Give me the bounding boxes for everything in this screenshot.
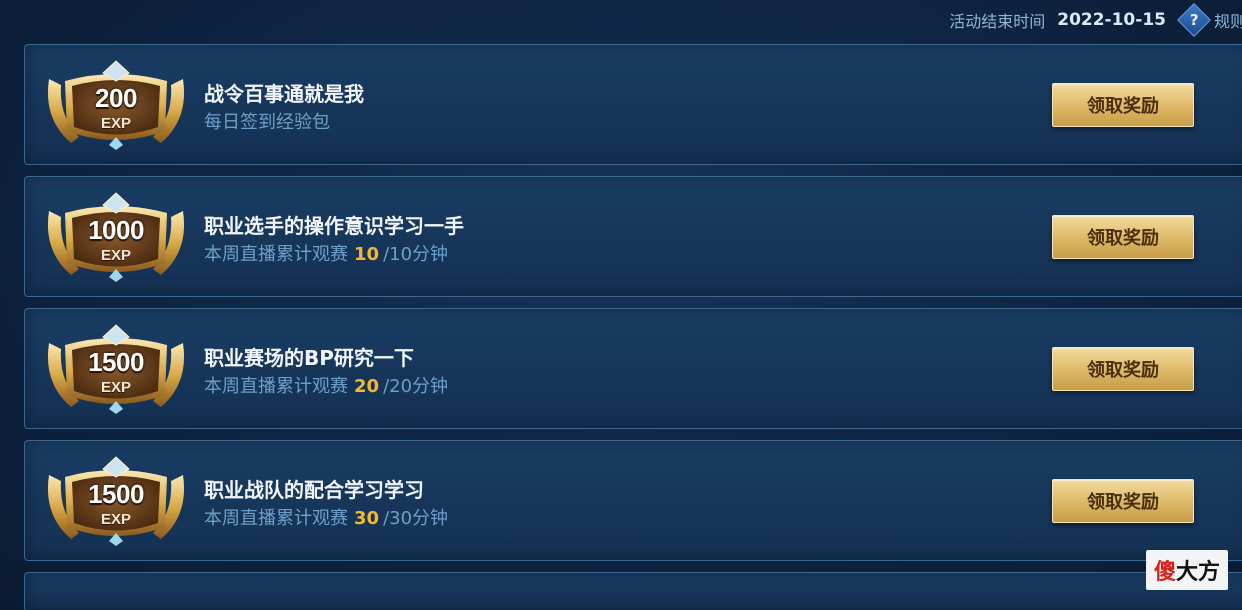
exp-badge: 200 EXP (43, 59, 189, 151)
exp-value: 200 (95, 83, 137, 113)
claim-reward-button[interactable]: 领取奖励 (1052, 215, 1194, 259)
claim-reward-button[interactable]: 领取奖励 (1052, 347, 1194, 391)
task-desc-text: 本周直播累计观赛 (204, 508, 348, 529)
progress-total: /30分钟 (383, 508, 449, 529)
task-card-partial (24, 572, 1242, 610)
task-desc-text: 本周直播累计观赛 (204, 244, 348, 265)
task-card: 1500 EXP 职业赛场的BP研究一下 本周直播累计观赛 20/20分钟 领取奖… (24, 308, 1242, 429)
exp-badge: 1500 EXP (43, 455, 189, 547)
task-title: 职业战队的配合学习学习 (204, 478, 424, 502)
progress-total: /10分钟 (383, 244, 449, 265)
claim-reward-button[interactable]: 领取奖励 (1052, 479, 1194, 523)
task-desc-text: 本周直播累计观赛 (204, 376, 348, 397)
progress-current: 20 (354, 376, 380, 397)
rules-link[interactable]: 规则 (1214, 8, 1242, 32)
end-time-value: 2022-10-15 (1057, 10, 1166, 30)
progress-total: /20分钟 (383, 376, 449, 397)
exp-value: 1500 (88, 479, 144, 509)
end-time-label: 活动结束时间 (949, 12, 1046, 31)
exp-badge: 1000 EXP (43, 191, 189, 283)
exp-unit: EXP (100, 247, 131, 264)
task-card: 1500 EXP 职业战队的配合学习学习 本周直播累计观赛 30/30分钟 领取奖… (24, 440, 1242, 561)
exp-unit: EXP (100, 511, 131, 528)
task-title: 职业赛场的BP研究一下 (204, 346, 414, 370)
task-desc-text: 每日签到经验包 (204, 112, 330, 133)
exp-unit: EXP (100, 379, 131, 396)
claim-reward-button[interactable]: 领取奖励 (1052, 83, 1194, 127)
top-bar: 活动结束时间 2022-10-15 ? 规则 (949, 0, 1242, 40)
task-title: 职业选手的操作意识学习一手 (204, 214, 464, 238)
watermark: 傻大方 (1145, 550, 1228, 590)
task-desc: 本周直播累计观赛 30/30分钟 (204, 504, 448, 530)
progress-current: 30 (354, 508, 380, 529)
exp-badge: 1500 EXP (43, 323, 189, 415)
task-desc: 每日签到经验包 (204, 108, 330, 134)
task-card: 200 EXP 战令百事通就是我 每日签到经验包 领取奖励 (24, 44, 1242, 165)
task-title: 战令百事通就是我 (204, 82, 364, 106)
progress-current: 10 (354, 244, 380, 265)
task-list: 200 EXP 战令百事通就是我 每日签到经验包 领取奖励 1000 EXP 职… (24, 44, 1242, 610)
task-card: 1000 EXP 职业选手的操作意识学习一手 本周直播累计观赛 10/10分钟 领… (24, 176, 1242, 297)
task-desc: 本周直播累计观赛 20/20分钟 (204, 372, 448, 398)
question-icon[interactable]: ? (1177, 3, 1211, 37)
task-desc: 本周直播累计观赛 10/10分钟 (204, 240, 448, 266)
exp-value: 1000 (88, 215, 144, 245)
exp-unit: EXP (100, 115, 131, 132)
exp-value: 1500 (88, 347, 144, 377)
